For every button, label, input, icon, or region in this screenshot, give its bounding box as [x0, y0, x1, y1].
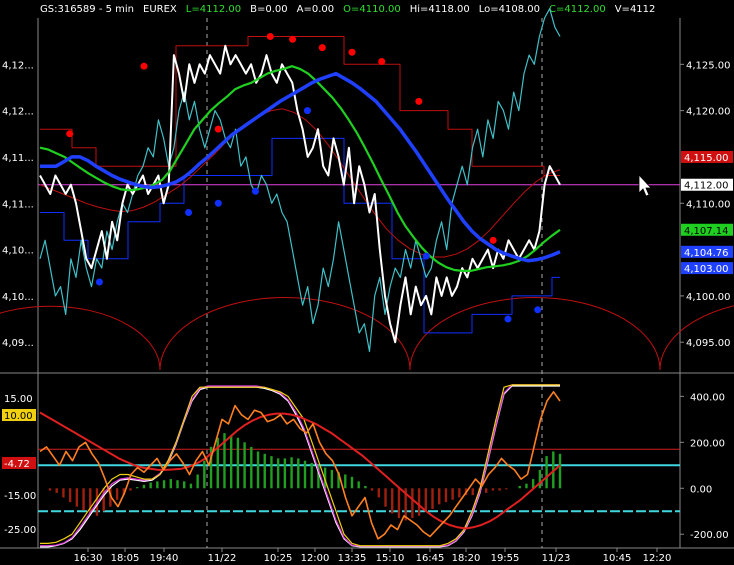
cycle-arc: [659, 305, 734, 371]
price-right-tick: 4,110.00: [686, 199, 731, 210]
price-right-tick: 4,125.00: [686, 60, 731, 71]
osc-left-tick: -25.00: [4, 525, 36, 536]
trading-chart[interactable]: 4,12... 4,12... 4,11... 4,11... 4,10... 4,10.…: [0, 0, 734, 565]
blue-dot: [422, 252, 430, 260]
osc-right-tick: 0.00: [690, 484, 712, 495]
time-tick-label: 12:00: [301, 553, 330, 564]
time-tick-label: 16:30: [74, 553, 103, 564]
red-dot: [266, 33, 274, 41]
time-tick-label: 13:35: [338, 553, 367, 564]
blue-dot: [95, 278, 103, 286]
time-tick-label: 11/22: [208, 553, 237, 564]
red-dot: [214, 125, 222, 133]
red-dot: [318, 44, 326, 52]
blue-dot: [251, 187, 259, 195]
time-tick-label: 19:55: [491, 553, 520, 564]
price-badge: 4,112.00: [681, 178, 733, 192]
red-dot: [289, 35, 297, 43]
time-tick-label: 11/23: [542, 553, 571, 564]
price-badge-label: 4,115.00: [684, 153, 729, 164]
price-badge-label: 4,103.00: [684, 264, 729, 275]
time-tick-label: 10:25: [264, 553, 293, 564]
red-dot: [66, 130, 74, 138]
price-badge-label: 4,104.76: [684, 248, 729, 259]
blue-dot: [504, 315, 512, 323]
osc-left-tick: 15.00: [4, 394, 33, 405]
red-dot: [489, 236, 497, 244]
price-left-tick: 4,10...: [2, 246, 34, 257]
osc-series-white: [40, 385, 560, 548]
time-tick-label: 18:05: [111, 553, 140, 564]
red-dot: [348, 48, 356, 56]
price-left-tick: 4,12...: [2, 60, 34, 71]
red-dot: [140, 62, 148, 70]
axes: 4,12... 4,12... 4,11... 4,11... 4,10... 4,10.…: [2, 60, 733, 564]
osc-badge: -4.72: [2, 457, 36, 470]
cycle-arcs: [0, 297, 734, 371]
price-badge-label: 4,107.14: [684, 226, 729, 237]
price-left-tick: 4,09...: [2, 338, 34, 349]
osc-right-tick: -200.00: [690, 530, 729, 541]
time-tick-label: 10:45: [603, 553, 632, 564]
price-badge: 4,104.76: [681, 245, 733, 259]
price-right-tick: 4,120.00: [686, 107, 731, 118]
osc-badge-label: 10.00: [4, 411, 33, 422]
price-left-tick: 4,11...: [2, 199, 34, 210]
blue-dot: [214, 199, 222, 207]
cycle-arc: [159, 297, 411, 371]
price-panel[interactable]: [0, 8, 734, 371]
time-tick-label: 15:10: [376, 553, 405, 564]
mouse-cursor-icon: [638, 173, 652, 197]
blue-dot: [303, 107, 311, 115]
osc-badge-label: -4.72: [4, 459, 30, 470]
blue-dot: [185, 209, 193, 217]
blue-dot: [534, 306, 542, 314]
time-tick-label: 18:20: [452, 553, 481, 564]
price-right-tick: 4,100.00: [686, 292, 731, 303]
time-tick-label: 12:20: [643, 553, 672, 564]
osc-badge: 10.00: [2, 409, 36, 422]
price-left-tick: 4,10...: [2, 292, 34, 303]
time-tick-label: 16:45: [416, 553, 445, 564]
osc-right-tick: 200.00: [690, 438, 725, 449]
price-badge: 4,115.00: [681, 150, 733, 164]
price-badge: 4,107.14: [681, 223, 733, 237]
red-dot: [378, 58, 386, 66]
osc-right-tick: 400.00: [690, 392, 725, 403]
price-right-tick: 4,095.00: [686, 338, 731, 349]
price-badge: 4,103.00: [681, 262, 733, 275]
price-left-tick: 4,11...: [2, 153, 34, 164]
red-dot: [415, 97, 423, 105]
osc-left-tick: -15.00: [4, 491, 36, 502]
oscillator-panel[interactable]: [38, 384, 680, 548]
time-tick-label: 19:40: [150, 553, 179, 564]
price-left-tick: 4,12...: [2, 107, 34, 118]
price-badge-label: 4,112.00: [684, 181, 729, 192]
chart-frame: [0, 18, 734, 549]
